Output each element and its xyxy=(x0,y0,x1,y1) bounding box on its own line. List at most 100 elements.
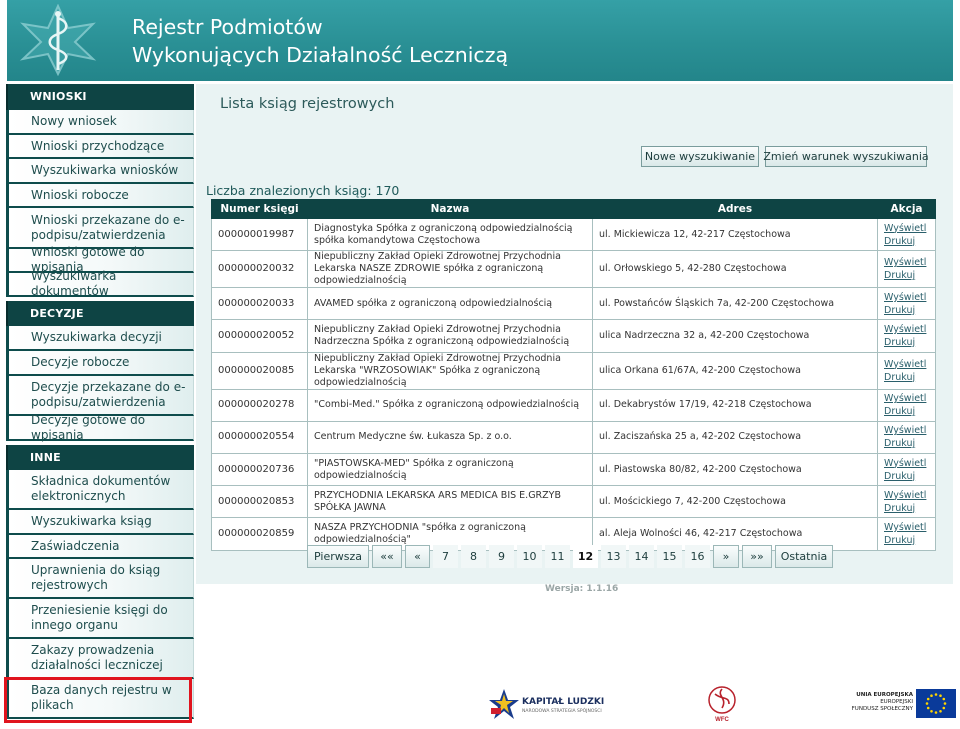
column-header-akcja: Akcja xyxy=(877,199,936,219)
pager-last-button[interactable]: Ostatnia xyxy=(775,545,833,568)
cell-actions: Wyświetl Drukuj xyxy=(877,452,936,487)
sidebar-item-przeniesienie-ksiegi[interactable]: Przeniesienie księgi do innego organu xyxy=(6,599,194,639)
print-link[interactable]: Drukuj xyxy=(884,534,929,547)
table-row: 000000020085 Niepubliczny Zakład Opieki Z… xyxy=(211,351,936,390)
view-link[interactable]: Wyświetl xyxy=(884,323,929,336)
pager-page-11[interactable]: 11 xyxy=(545,545,570,568)
main-content: Lista ksiąg rejestrowych Nowe wyszukiwan… xyxy=(196,84,953,584)
view-link[interactable]: Wyświetl xyxy=(884,521,929,534)
cell-actions: Wyświetl Drukuj xyxy=(877,250,936,289)
cell-number: 000000020032 xyxy=(211,250,308,289)
sidebar-item-baza-danych-rejestru[interactable]: Baza danych rejestru w plikach xyxy=(6,679,194,719)
wfc-logo-icon: WFC xyxy=(708,686,736,723)
table-row: 000000020032 Niepubliczny Zakład Opieki Z… xyxy=(211,250,936,289)
sidebar-section-decyzje: DECYZJE xyxy=(6,301,194,326)
print-link[interactable]: Drukuj xyxy=(884,405,929,418)
print-link[interactable]: Drukuj xyxy=(884,336,929,349)
sidebar-item-decyzje-gotowe[interactable]: Decyzje gotowe do wpisania xyxy=(6,413,194,442)
print-link[interactable]: Drukuj xyxy=(884,371,929,384)
sidebar-item-wnioski-robocze[interactable]: Wnioski robocze xyxy=(6,184,194,208)
cell-address: ul. Piastowska 80/82, 42-200 Częstochowa xyxy=(592,452,878,487)
cell-number: 000000020085 xyxy=(211,351,308,390)
pager-first-button[interactable]: Pierwsza xyxy=(307,545,369,568)
cell-address: ul. Orłowskiego 5, 42-280 Częstochowa xyxy=(592,250,878,289)
pager-page-14[interactable]: 14 xyxy=(629,545,654,568)
sidebar-nav: WNIOSKI Nowy wniosek Wnioski przychodząc… xyxy=(6,84,194,719)
sidebar-item-uprawnienia-do-ksiag[interactable]: Uprawnienia do ksiąg rejestrowych xyxy=(6,559,194,599)
view-link[interactable]: Wyświetl xyxy=(884,358,929,371)
cell-actions: Wyświetl Drukuj xyxy=(877,388,936,422)
change-search-button[interactable]: Zmień warunek wyszukiwania xyxy=(763,146,929,167)
cell-name: AVAMED spółka z ograniczoną odpowiedzial… xyxy=(307,287,593,321)
table-row: 000000020278 "Combi-Med." Spółka z ograni… xyxy=(211,388,936,422)
cell-name: PRZYCHODNIA LEKARSKA ARS MEDICA BIS E.GR… xyxy=(307,485,593,519)
sidebar-item-decyzje-robocze[interactable]: Decyzje robocze xyxy=(6,351,194,376)
table-row: 000000019987 Diagnostyka Spółka z ogranic… xyxy=(211,217,936,252)
table-header-row: Numer księgi Nazwa Adres Akcja xyxy=(211,199,936,219)
print-link[interactable]: Drukuj xyxy=(884,304,929,317)
view-link[interactable]: Wyświetl xyxy=(884,392,929,405)
pager-next-fast-button[interactable]: »» xyxy=(742,545,772,568)
pager-page-10[interactable]: 10 xyxy=(517,545,542,568)
cell-number: 000000020859 xyxy=(211,517,308,551)
print-link[interactable]: Drukuj xyxy=(884,502,929,515)
column-header-numer: Numer księgi xyxy=(211,199,308,219)
pager-page-15[interactable]: 15 xyxy=(657,545,682,568)
sidebar-item-wyszukiwarka-ksiag[interactable]: Wyszukiwarka ksiąg xyxy=(6,510,194,535)
print-link[interactable]: Drukuj xyxy=(884,470,929,483)
page-title: Lista ksiąg rejestrowych xyxy=(220,96,395,112)
sidebar-section-inne: INNE xyxy=(6,445,194,470)
table-row: 000000020736 "PIASTOWSKA-MED" Spółka z og… xyxy=(211,452,936,487)
cell-number: 000000020736 xyxy=(211,452,308,487)
view-link[interactable]: Wyświetl xyxy=(884,424,929,437)
view-link[interactable]: Wyświetl xyxy=(884,457,929,470)
cell-address: ulica Orkana 61/67A, 42-200 Częstochowa xyxy=(592,351,878,390)
results-table: Numer księgi Nazwa Adres Akcja 000000019… xyxy=(211,199,936,551)
eu-label-line2: EUROPEJSKI xyxy=(880,699,913,705)
eu-label-line3: FUNDUSZ SPOŁECZNY xyxy=(851,706,913,712)
sidebar-item-wyszukiwarka-decyzji[interactable]: Wyszukiwarka decyzji xyxy=(6,326,194,351)
page: Rejestr Podmiotów Wykonujących Działalno… xyxy=(0,0,960,729)
results-count: Liczba znalezionych ksiąg: 170 xyxy=(206,183,400,198)
print-link[interactable]: Drukuj xyxy=(884,235,929,248)
pager-page-16[interactable]: 16 xyxy=(685,545,710,568)
sidebar-item-zaswiadczenia[interactable]: Zaświadczenia xyxy=(6,535,194,559)
pager-pages: 7 8 9 10 11 12 13 14 15 16 xyxy=(433,545,713,568)
cell-address: ul. Zaciszańska 25 a, 42-202 Częstochowa xyxy=(592,420,878,454)
sidebar-item-wnioski-przekazane[interactable]: Wnioski przekazane do e-podpisu/zatwierd… xyxy=(6,208,194,249)
pager-page-8[interactable]: 8 xyxy=(461,545,486,568)
pager-page-9[interactable]: 9 xyxy=(489,545,514,568)
cell-actions: Wyświetl Drukuj xyxy=(877,217,936,252)
sidebar-item-zakazy-prowadzenia[interactable]: Zakazy prowadzenia działalności lecznicz… xyxy=(6,639,194,679)
view-link[interactable]: Wyświetl xyxy=(884,291,929,304)
column-header-adres: Adres xyxy=(592,199,878,219)
print-link[interactable]: Drukuj xyxy=(884,269,929,282)
new-search-button[interactable]: Nowe wyszukiwanie xyxy=(641,146,759,167)
eu-flag-icon xyxy=(916,689,956,718)
kapital-ludzki-subtitle: NARODOWA STRATEGIA SPÓJNOŚCI xyxy=(522,709,602,714)
view-link[interactable]: Wyświetl xyxy=(884,256,929,269)
cell-number: 000000020052 xyxy=(211,319,308,353)
sidebar-item-decyzje-przekazane[interactable]: Decyzje przekazane do e-podpisu/zatwierd… xyxy=(6,376,194,416)
pager-page-12[interactable]: 12 xyxy=(573,545,598,568)
cell-address: ul. Mościckiego 7, 42-200 Częstochowa xyxy=(592,485,878,519)
view-link[interactable]: Wyświetl xyxy=(884,489,929,502)
print-link[interactable]: Drukuj xyxy=(884,437,929,450)
cell-name: Niepubliczny Zakład Opieki Zdrowotnej Pr… xyxy=(307,351,593,390)
sidebar-item-wnioski-przychodzace[interactable]: Wnioski przychodzące xyxy=(6,135,194,159)
results-table-body: 000000019987 Diagnostyka Spółka z ogranic… xyxy=(211,217,936,551)
pager-prev-fast-button[interactable]: «« xyxy=(372,545,402,568)
pager-page-7[interactable]: 7 xyxy=(433,545,458,568)
sidebar-item-wyszukiwarka-wnioskow[interactable]: Wyszukiwarka wniosków xyxy=(6,159,194,184)
pager-prev-button[interactable]: « xyxy=(405,545,430,568)
cell-name: "PIASTOWSKA-MED" Spółka z ograniczoną od… xyxy=(307,452,593,487)
view-link[interactable]: Wyświetl xyxy=(884,222,929,235)
table-row: 000000020554 Centrum Medyczne św. Łukasza… xyxy=(211,420,936,454)
cell-name: Niepubliczny Zakład Opieki Zdrowotnej Pr… xyxy=(307,250,593,289)
cell-number: 000000020554 xyxy=(211,420,308,454)
pager-page-13[interactable]: 13 xyxy=(601,545,626,568)
sidebar-item-skladnica-dokumentow[interactable]: Składnica dokumentów elektronicznych xyxy=(6,470,194,510)
sidebar-item-nowy-wniosek[interactable]: Nowy wniosek xyxy=(6,110,194,135)
pager-next-button[interactable]: » xyxy=(713,545,739,568)
sidebar-item-wyszukiwarka-dokumentow[interactable]: Wyszukiwarka dokumentów xyxy=(6,269,194,298)
